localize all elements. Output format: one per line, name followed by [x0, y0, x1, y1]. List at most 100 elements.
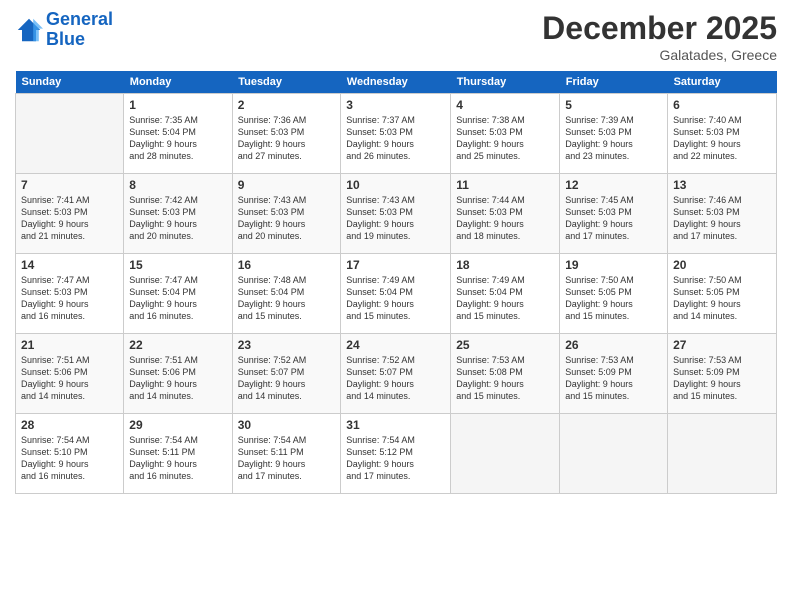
calendar-cell — [451, 414, 560, 494]
calendar-cell: 24 Sunrise: 7:52 AM Sunset: 5:07 PM Dayli… — [341, 334, 451, 414]
day-number: 17 — [346, 258, 445, 272]
day-info: Sunrise: 7:40 AM Sunset: 5:03 PM Dayligh… — [673, 114, 771, 163]
day-number: 16 — [238, 258, 336, 272]
week-row-3: 21 Sunrise: 7:51 AM Sunset: 5:06 PM Dayli… — [16, 334, 777, 414]
logo: General Blue — [15, 10, 113, 50]
day-info: Sunrise: 7:41 AM Sunset: 5:03 PM Dayligh… — [21, 194, 118, 243]
day-number: 10 — [346, 178, 445, 192]
logo-text: General Blue — [46, 10, 113, 50]
day-info: Sunrise: 7:37 AM Sunset: 5:03 PM Dayligh… — [346, 114, 445, 163]
day-info: Sunrise: 7:49 AM Sunset: 5:04 PM Dayligh… — [346, 274, 445, 323]
calendar-cell: 30Sunrise: 7:54 AM Sunset: 5:11 PM Dayli… — [232, 414, 341, 494]
calendar-cell: 5 Sunrise: 7:39 AM Sunset: 5:03 PM Daylig… — [560, 94, 668, 174]
calendar-cell: 28Sunrise: 7:54 AM Sunset: 5:10 PM Dayli… — [16, 414, 124, 494]
day-info: Sunrise: 7:39 AM Sunset: 5:03 PM Dayligh… — [565, 114, 662, 163]
day-number: 30 — [238, 418, 336, 432]
day-number: 27 — [673, 338, 771, 352]
calendar-cell: 19 Sunrise: 7:50 AM Sunset: 5:05 PM Dayli… — [560, 254, 668, 334]
calendar-cell: 2 Sunrise: 7:36 AM Sunset: 5:03 PM Daylig… — [232, 94, 341, 174]
day-info: Sunrise: 7:50 AM Sunset: 5:05 PM Dayligh… — [565, 274, 662, 323]
day-number: 23 — [238, 338, 336, 352]
calendar-cell — [16, 94, 124, 174]
calendar-cell: 18 Sunrise: 7:49 AM Sunset: 5:04 PM Dayli… — [451, 254, 560, 334]
day-info: Sunrise: 7:51 AM Sunset: 5:06 PM Dayligh… — [129, 354, 226, 403]
day-number: 15 — [129, 258, 226, 272]
day-number: 12 — [565, 178, 662, 192]
logo-line1: General — [46, 9, 113, 29]
day-number: 8 — [129, 178, 226, 192]
day-info: Sunrise: 7:45 AM Sunset: 5:03 PM Dayligh… — [565, 194, 662, 243]
day-info: Sunrise: 7:44 AM Sunset: 5:03 PM Dayligh… — [456, 194, 554, 243]
header-cell-thursday: Thursday — [451, 71, 560, 94]
calendar-cell: 8 Sunrise: 7:42 AM Sunset: 5:03 PM Daylig… — [124, 174, 232, 254]
calendar-cell: 9Sunrise: 7:43 AM Sunset: 5:03 PM Daylig… — [232, 174, 341, 254]
calendar-cell: 14 Sunrise: 7:47 AM Sunset: 5:03 PM Dayli… — [16, 254, 124, 334]
day-info: Sunrise: 7:53 AM Sunset: 5:09 PM Dayligh… — [565, 354, 662, 403]
day-number: 20 — [673, 258, 771, 272]
calendar-cell: 23 Sunrise: 7:52 AM Sunset: 5:07 PM Dayli… — [232, 334, 341, 414]
day-info: Sunrise: 7:46 AM Sunset: 5:03 PM Dayligh… — [673, 194, 771, 243]
calendar-cell: 1 Sunrise: 7:35 AM Sunset: 5:04 PM Daylig… — [124, 94, 232, 174]
day-number: 14 — [21, 258, 118, 272]
logo-icon — [15, 16, 43, 44]
calendar-cell: 12 Sunrise: 7:45 AM Sunset: 5:03 PM Dayli… — [560, 174, 668, 254]
calendar-cell: 27 Sunrise: 7:53 AM Sunset: 5:09 PM Dayli… — [668, 334, 777, 414]
day-info: Sunrise: 7:42 AM Sunset: 5:03 PM Dayligh… — [129, 194, 226, 243]
day-info: Sunrise: 7:52 AM Sunset: 5:07 PM Dayligh… — [346, 354, 445, 403]
location: Galatades, Greece — [542, 47, 777, 63]
day-info: Sunrise: 7:49 AM Sunset: 5:04 PM Dayligh… — [456, 274, 554, 323]
day-number: 19 — [565, 258, 662, 272]
day-info: Sunrise: 7:54 AM Sunset: 5:10 PM Dayligh… — [21, 434, 118, 483]
calendar-cell — [668, 414, 777, 494]
header-cell-monday: Monday — [124, 71, 232, 94]
calendar-cell: 25Sunrise: 7:53 AM Sunset: 5:08 PM Dayli… — [451, 334, 560, 414]
month-title: December 2025 — [542, 10, 777, 47]
day-number: 9 — [238, 178, 336, 192]
week-row-4: 28Sunrise: 7:54 AM Sunset: 5:10 PM Dayli… — [16, 414, 777, 494]
day-number: 7 — [21, 178, 118, 192]
day-number: 4 — [456, 98, 554, 112]
day-info: Sunrise: 7:47 AM Sunset: 5:04 PM Dayligh… — [129, 274, 226, 323]
calendar-cell: 31Sunrise: 7:54 AM Sunset: 5:12 PM Dayli… — [341, 414, 451, 494]
day-info: Sunrise: 7:52 AM Sunset: 5:07 PM Dayligh… — [238, 354, 336, 403]
day-number: 2 — [238, 98, 336, 112]
day-number: 5 — [565, 98, 662, 112]
calendar-cell: 13 Sunrise: 7:46 AM Sunset: 5:03 PM Dayli… — [668, 174, 777, 254]
calendar-cell: 4 Sunrise: 7:38 AM Sunset: 5:03 PM Daylig… — [451, 94, 560, 174]
header-cell-sunday: Sunday — [16, 71, 124, 94]
calendar-cell: 7 Sunrise: 7:41 AM Sunset: 5:03 PM Daylig… — [16, 174, 124, 254]
day-info: Sunrise: 7:51 AM Sunset: 5:06 PM Dayligh… — [21, 354, 118, 403]
calendar-header: SundayMondayTuesdayWednesdayThursdayFrid… — [16, 71, 777, 94]
calendar-cell: 29Sunrise: 7:54 AM Sunset: 5:11 PM Dayli… — [124, 414, 232, 494]
week-row-2: 14 Sunrise: 7:47 AM Sunset: 5:03 PM Dayli… — [16, 254, 777, 334]
day-number: 31 — [346, 418, 445, 432]
day-number: 3 — [346, 98, 445, 112]
day-info: Sunrise: 7:54 AM Sunset: 5:11 PM Dayligh… — [129, 434, 226, 483]
calendar-table: SundayMondayTuesdayWednesdayThursdayFrid… — [15, 71, 777, 494]
day-info: Sunrise: 7:47 AM Sunset: 5:03 PM Dayligh… — [21, 274, 118, 323]
week-row-1: 7 Sunrise: 7:41 AM Sunset: 5:03 PM Daylig… — [16, 174, 777, 254]
day-info: Sunrise: 7:38 AM Sunset: 5:03 PM Dayligh… — [456, 114, 554, 163]
day-number: 24 — [346, 338, 445, 352]
day-number: 22 — [129, 338, 226, 352]
day-info: Sunrise: 7:36 AM Sunset: 5:03 PM Dayligh… — [238, 114, 336, 163]
calendar-cell — [560, 414, 668, 494]
title-block: December 2025 Galatades, Greece — [542, 10, 777, 63]
calendar-cell: 20Sunrise: 7:50 AM Sunset: 5:05 PM Dayli… — [668, 254, 777, 334]
day-info: Sunrise: 7:43 AM Sunset: 5:03 PM Dayligh… — [346, 194, 445, 243]
day-number: 21 — [21, 338, 118, 352]
calendar-cell: 26Sunrise: 7:53 AM Sunset: 5:09 PM Dayli… — [560, 334, 668, 414]
day-number: 13 — [673, 178, 771, 192]
day-info: Sunrise: 7:53 AM Sunset: 5:09 PM Dayligh… — [673, 354, 771, 403]
day-info: Sunrise: 7:35 AM Sunset: 5:04 PM Dayligh… — [129, 114, 226, 163]
calendar-cell: 17 Sunrise: 7:49 AM Sunset: 5:04 PM Dayli… — [341, 254, 451, 334]
calendar-cell: 16Sunrise: 7:48 AM Sunset: 5:04 PM Dayli… — [232, 254, 341, 334]
day-number: 1 — [129, 98, 226, 112]
day-number: 25 — [456, 338, 554, 352]
day-number: 11 — [456, 178, 554, 192]
header-cell-saturday: Saturday — [668, 71, 777, 94]
calendar-body: 1 Sunrise: 7:35 AM Sunset: 5:04 PM Daylig… — [16, 94, 777, 494]
logo-line2: Blue — [46, 29, 85, 49]
day-number: 18 — [456, 258, 554, 272]
calendar-cell: 15 Sunrise: 7:47 AM Sunset: 5:04 PM Dayli… — [124, 254, 232, 334]
